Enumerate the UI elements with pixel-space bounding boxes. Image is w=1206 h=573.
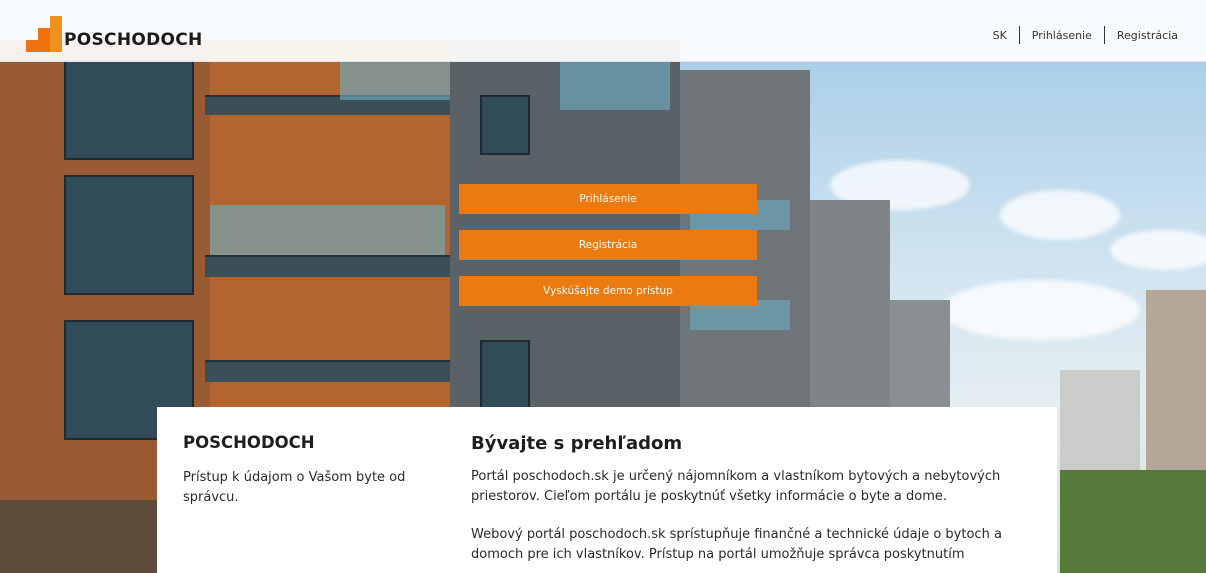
info-left-title: POSCHODOCH [183, 433, 315, 452]
nav-login-link[interactable]: Prihlásenie [1020, 29, 1104, 42]
logo[interactable]: POSCHODOCH [26, 16, 203, 52]
nav-register-link[interactable]: Registrácia [1105, 29, 1190, 42]
window [64, 175, 194, 295]
window [480, 340, 530, 410]
stairs-logo-icon [26, 16, 62, 52]
info-card-left: POSCHODOCH Prístup k údajom o Vašom byte… [183, 433, 443, 508]
balcony-glass [340, 60, 450, 100]
logo-text: POSCHODOCH [64, 30, 203, 50]
cloud [940, 280, 1140, 340]
info-paragraph-1: Portál poschodoch.sk je určený nájomníko… [471, 469, 1001, 504]
window [480, 95, 530, 155]
top-navigation: SK Prihlásenie Registrácia [981, 26, 1190, 44]
building-far [810, 200, 890, 420]
ground [0, 500, 160, 573]
balcony [205, 255, 450, 277]
trees [1060, 470, 1206, 573]
register-button[interactable]: Registrácia [459, 230, 757, 260]
balcony-glass [210, 205, 445, 255]
info-paragraph-2: Webový portál poschodoch.sk sprístupňuje… [471, 527, 1002, 562]
info-card-right: Bývajte s prehľadom Portál poschodoch.sk… [471, 433, 1041, 565]
cloud [1110, 230, 1206, 270]
building-far [890, 300, 950, 420]
language-switch[interactable]: SK [981, 29, 1019, 42]
balcony [205, 360, 450, 382]
cloud [1000, 190, 1120, 240]
balcony-glass [560, 60, 670, 110]
window [64, 60, 194, 160]
site-header: POSCHODOCH SK Prihlásenie Registrácia [0, 0, 1206, 62]
demo-access-button[interactable]: Vyskúšajte demo prístup [459, 276, 757, 306]
info-left-text: Prístup k údajom o Vašom byte od správcu… [183, 470, 406, 505]
info-card: POSCHODOCH Prístup k údajom o Vašom byte… [157, 407, 1057, 573]
info-right-title: Bývajte s prehľadom [471, 433, 683, 454]
login-button[interactable]: Prihlásenie [459, 184, 757, 214]
